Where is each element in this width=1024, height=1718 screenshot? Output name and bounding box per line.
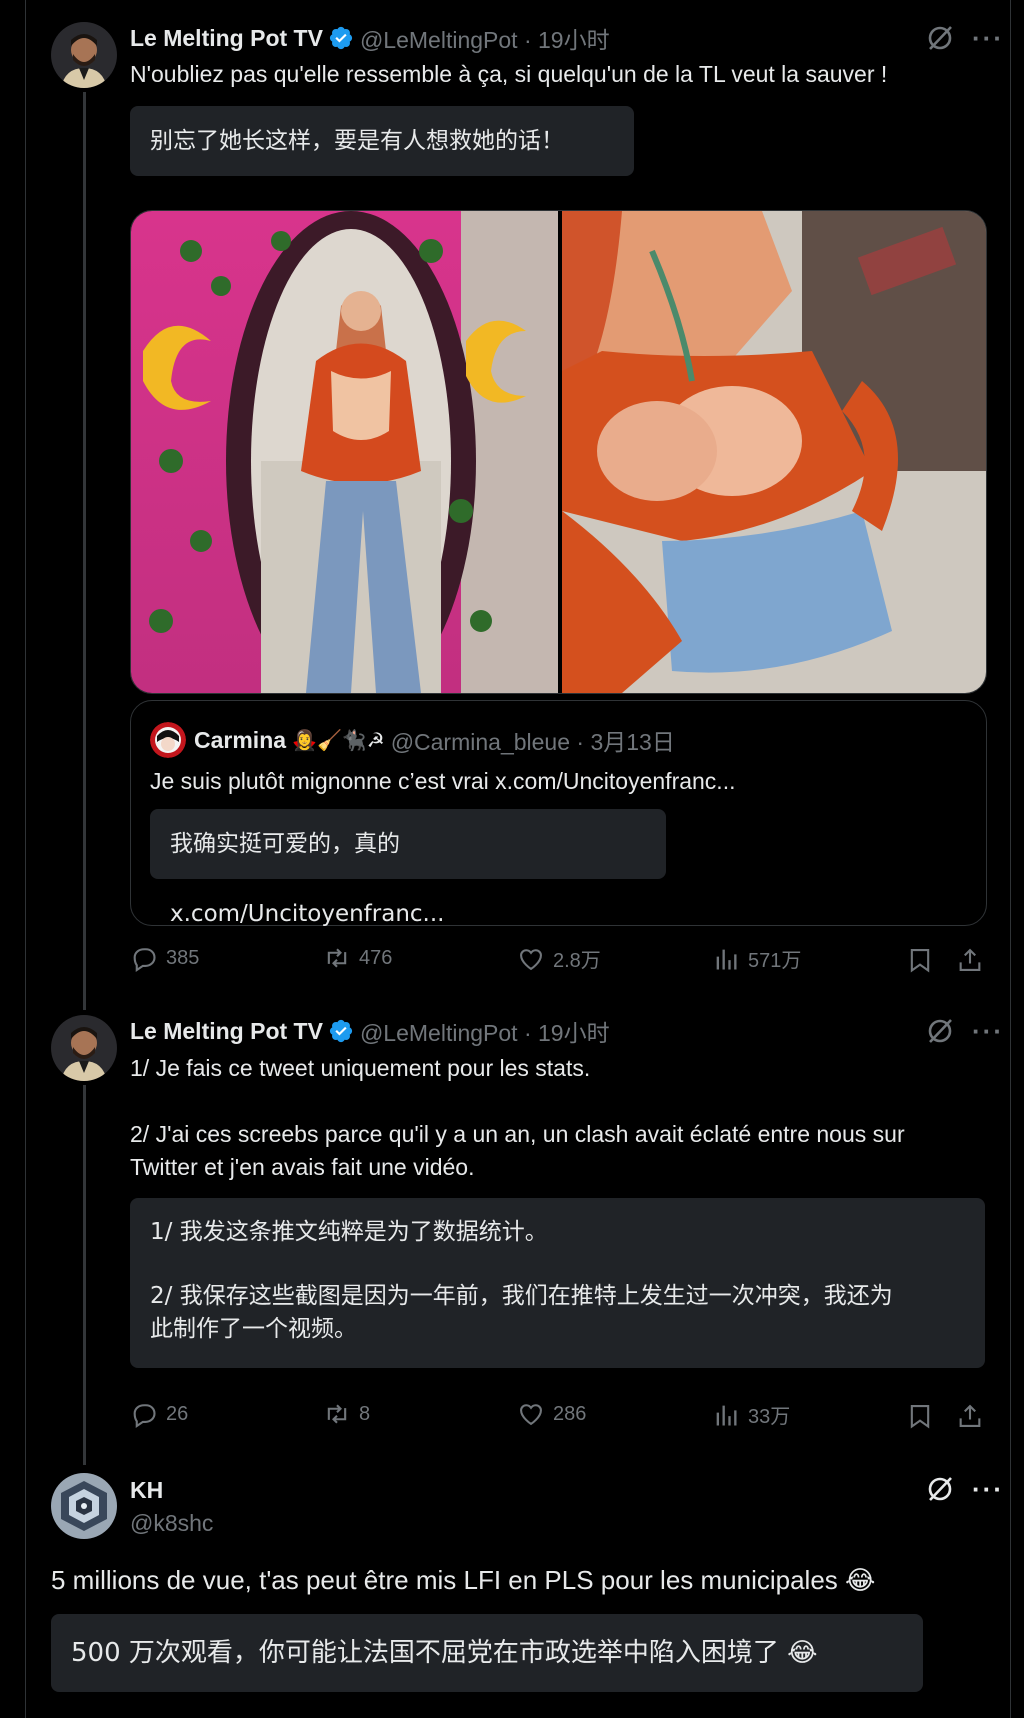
bookmark-icon[interactable] [906, 1402, 934, 1430]
quoted-tweet[interactable]: Carmina 🧛‍♀️🧹🐈‍⬛☭ @Carmina_bleue · 3月13日… [130, 700, 987, 927]
translation-line-2: 2/ 我保存这些截图是因为一年前，我们在推特上发生过一次冲突，我还为 [150, 1283, 893, 1309]
like-icon [520, 1404, 542, 1426]
quote-text: Je suis plutôt mignonne c’est vrai x.com… [150, 768, 736, 794]
avatar[interactable] [51, 1473, 117, 1539]
reply-icon [133, 948, 156, 972]
views-button[interactable]: 33万 [712, 1400, 790, 1429]
author-handle[interactable]: @k8shc [130, 1508, 213, 1538]
reply-icon [133, 1404, 156, 1428]
author-name[interactable]: Le Melting Pot TV [130, 1018, 323, 1045]
like-button[interactable]: 2.8万 [517, 944, 601, 973]
grok-icon[interactable] [926, 1017, 954, 1045]
tweet-text: 5 millions de vue, t'as peut être mis LF… [51, 1565, 876, 1595]
tweet-header: Le Melting Pot TV @LeMeltingPot · 19小时 [130, 22, 610, 54]
author-name[interactable]: KH [130, 1475, 163, 1505]
translation-box: 1/ 我发这条推文纯粹是为了数据统计。 2/ 我保存这些截图是因为一年前，我们在… [130, 1198, 985, 1368]
author-name[interactable]: Le Melting Pot TV [130, 25, 323, 52]
more-icon[interactable]: ··· [972, 25, 1004, 51]
views-icon [716, 949, 737, 969]
reply-button[interactable]: 385 [130, 944, 199, 972]
thread-line [83, 1085, 86, 1465]
tweet-top-actions: ··· [926, 1017, 1004, 1045]
quote-translation-box: 我确实挺可爱的，真的 x.com/Uncitoyenfranc... [150, 809, 666, 927]
retweet-button[interactable]: 476 [323, 944, 392, 972]
tweet-top-actions: ··· [926, 1475, 1004, 1503]
retweet-icon [327, 1404, 347, 1424]
more-icon[interactable]: ··· [972, 1018, 1004, 1044]
retweet-count: 476 [359, 946, 393, 969]
photo-right[interactable] [562, 211, 986, 693]
views-icon [716, 1405, 737, 1425]
grok-icon[interactable] [926, 24, 954, 52]
tweet-text-line-1: 1/ Je fais ce tweet uniquement pour les … [130, 1055, 591, 1081]
like-count: 286 [553, 1402, 587, 1425]
retweet-count: 8 [359, 1402, 371, 1425]
like-button[interactable]: 286 [517, 1400, 586, 1428]
translation-box: 500 万次观看，你可能让法国不屈党在市政选举中陷入困境了 😂 [51, 1614, 923, 1692]
avatar[interactable] [51, 1015, 117, 1081]
quote-author-emojis: 🧛‍♀️🧹🐈‍⬛☭ [292, 728, 385, 752]
tweet-text: N'oubliez pas qu'elle ressemble à ça, si… [130, 61, 888, 87]
tweet-header: Le Melting Pot TV @LeMeltingPot · 19小时 [130, 1015, 610, 1047]
views-count: 571万 [748, 950, 802, 972]
tweet-text-line-3: Twitter et j'en avais fait une vidéo. [130, 1154, 475, 1180]
translation-box: 别忘了她长这样，要是有人想救她的话！ [130, 106, 634, 176]
tweet-top-actions: ··· [926, 24, 1004, 52]
handle-time[interactable]: @LeMeltingPot · 19小时 [360, 1014, 610, 1048]
share-icon[interactable] [956, 946, 984, 974]
bookmark-icon[interactable] [906, 946, 934, 974]
verified-icon [329, 26, 353, 50]
tweet-media[interactable] [130, 210, 987, 694]
views-count: 33万 [748, 1406, 791, 1428]
translation-line-3: 此制作了一个视频。 [150, 1316, 357, 1342]
like-icon [520, 948, 542, 970]
thread-line [83, 92, 86, 1010]
retweet-button[interactable]: 8 [323, 1400, 370, 1428]
photo-left[interactable] [131, 211, 558, 693]
quote-author-name[interactable]: Carmina [194, 727, 286, 754]
verified-icon [329, 1019, 353, 1043]
quote-header: Carmina 🧛‍♀️🧹🐈‍⬛☭ @Carmina_bleue · 3月13日 [150, 721, 675, 759]
grok-icon[interactable] [926, 1475, 954, 1503]
reply-count: 385 [166, 946, 200, 969]
reply-count: 26 [166, 1402, 189, 1425]
more-icon[interactable]: ··· [972, 1476, 1004, 1502]
translation-line-1: 1/ 我发这条推文纯粹是为了数据统计。 [150, 1219, 548, 1245]
handle-time[interactable]: @LeMeltingPot · 19小时 [360, 21, 610, 55]
tweet-text-line-2: 2/ J'ai ces screebs parce qu'il y a un a… [130, 1121, 905, 1147]
avatar[interactable] [150, 722, 186, 758]
like-count: 2.8万 [553, 950, 601, 972]
quote-handle-time[interactable]: @Carmina_bleue · 3月13日 [391, 723, 675, 757]
retweet-icon [327, 948, 347, 968]
views-button[interactable]: 571万 [712, 944, 801, 973]
reply-button[interactable]: 26 [130, 1400, 188, 1428]
share-icon[interactable] [956, 1402, 984, 1430]
tweet-actions: 26 8 286 33万 [130, 1400, 985, 1432]
avatar[interactable] [51, 22, 117, 88]
tweet-actions: 385 476 2.8万 571万 [130, 944, 985, 976]
